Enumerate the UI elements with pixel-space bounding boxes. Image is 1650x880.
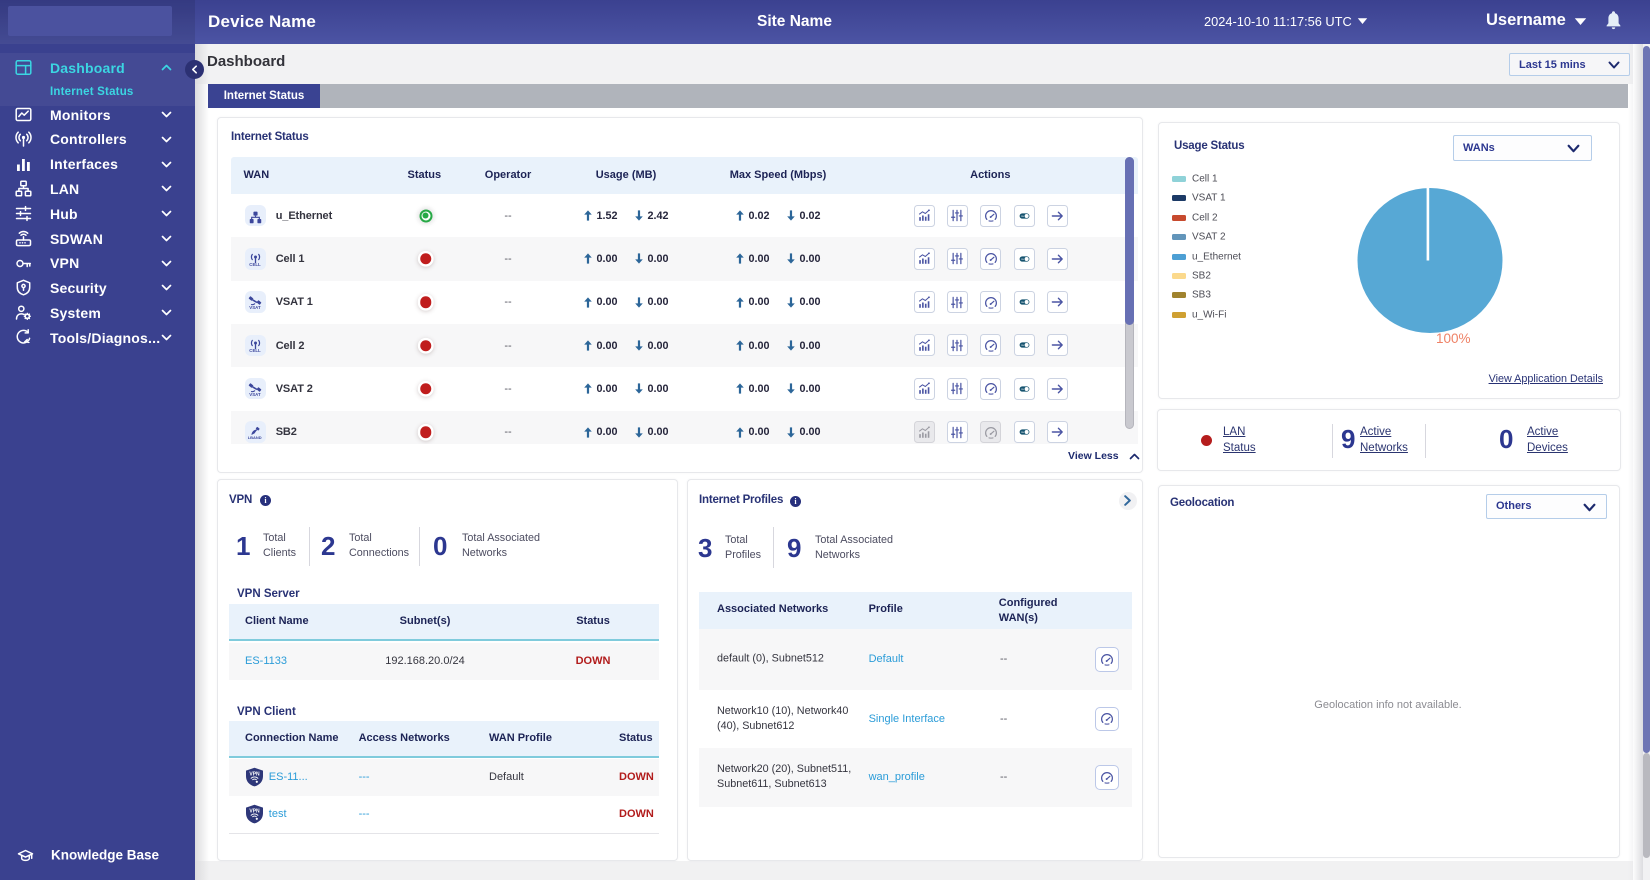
svg-text:ON: ON: [1021, 432, 1025, 434]
svg-text:ON: ON: [1021, 389, 1025, 391]
svg-text:ON: ON: [1021, 302, 1025, 304]
svg-text:ON: ON: [1021, 215, 1025, 217]
svg-text:ON: ON: [1021, 259, 1025, 261]
svg-text:VPN: VPN: [249, 808, 260, 814]
svg-text:VPN: VPN: [249, 771, 260, 777]
